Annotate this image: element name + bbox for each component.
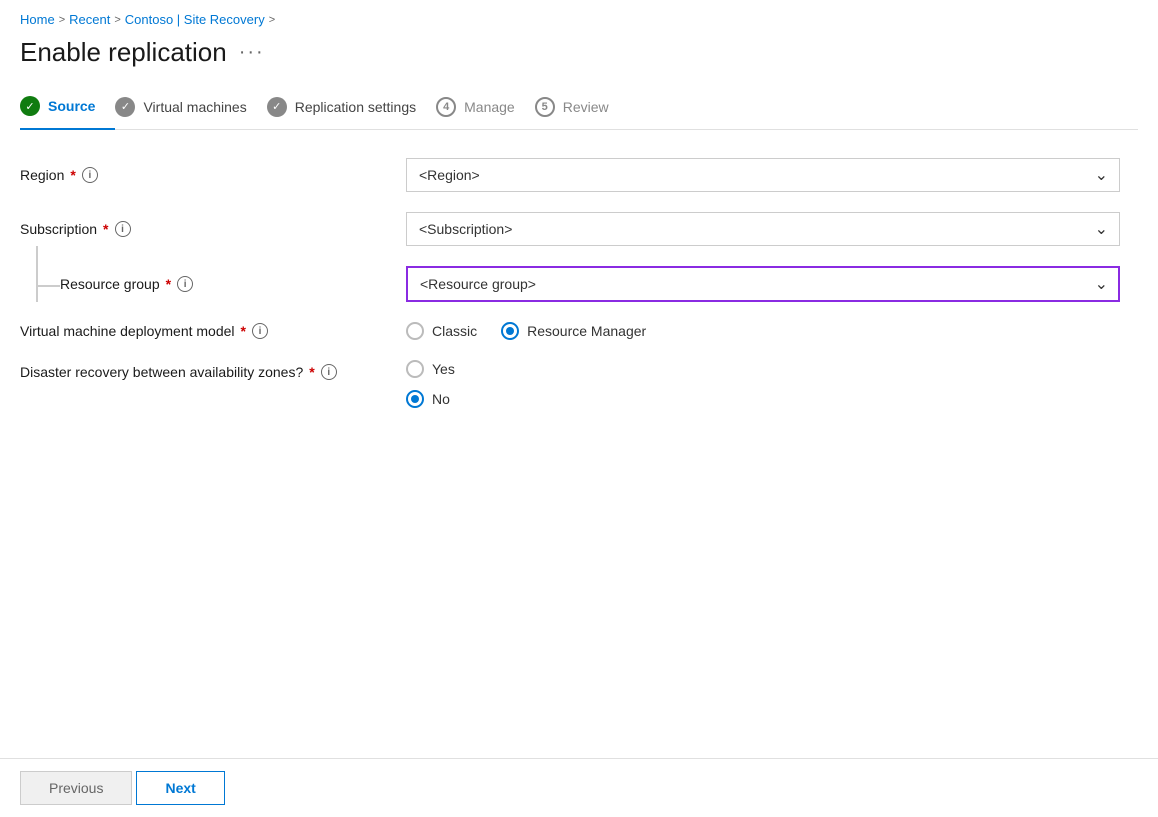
- disaster-recovery-radio-stack: Yes No: [406, 360, 1120, 408]
- breadcrumb-site-recovery[interactable]: Contoso | Site Recovery: [125, 12, 265, 27]
- breadcrumb-recent[interactable]: Recent: [69, 12, 110, 27]
- resource-group-control: <Resource group>: [406, 266, 1120, 302]
- breadcrumb-sep-3: >: [269, 14, 275, 26]
- step-vm-icon: ✓: [115, 97, 135, 117]
- disaster-recovery-no-radio[interactable]: [406, 390, 424, 408]
- disaster-recovery-yes-label: Yes: [432, 361, 455, 377]
- page-header: Enable replication ···: [0, 31, 1158, 84]
- region-dropdown-wrapper: <Region>: [406, 158, 1120, 192]
- region-info-icon[interactable]: i: [82, 167, 98, 183]
- more-options-button[interactable]: ···: [239, 41, 265, 64]
- region-required: *: [70, 167, 75, 183]
- breadcrumb-home[interactable]: Home: [20, 12, 55, 27]
- breadcrumb-sep-1: >: [59, 14, 65, 26]
- step-review-icon: 5: [535, 97, 555, 117]
- step-virtual-machines[interactable]: ✓ Virtual machines: [115, 85, 266, 129]
- disaster-recovery-no-option[interactable]: No: [406, 390, 1120, 408]
- disaster-recovery-yes-radio[interactable]: [406, 360, 424, 378]
- vm-deployment-row: Virtual machine deployment model * i Cla…: [20, 322, 1120, 340]
- subscription-info-icon[interactable]: i: [115, 221, 131, 237]
- region-control: <Region>: [406, 158, 1120, 192]
- disaster-recovery-yes-option[interactable]: Yes: [406, 360, 1120, 378]
- subscription-row: Subscription * i <Subscription>: [20, 212, 1120, 246]
- wizard-steps: ✓ Source ✓ Virtual machines ✓ Replicatio…: [20, 84, 1138, 130]
- step-replication-settings[interactable]: ✓ Replication settings: [267, 85, 436, 129]
- disaster-recovery-info-icon[interactable]: i: [321, 364, 337, 380]
- step-review-label: Review: [563, 99, 609, 115]
- subscription-dropdown-wrapper: <Subscription>: [406, 212, 1120, 246]
- vm-deployment-rm-radio[interactable]: [501, 322, 519, 340]
- step-manage-icon: 4: [436, 97, 456, 117]
- step-review[interactable]: 5 Review: [535, 85, 629, 129]
- region-label: Region * i: [20, 167, 390, 183]
- vm-deployment-control: Classic Resource Manager: [406, 322, 1120, 340]
- disaster-recovery-label: Disaster recovery between availability z…: [20, 360, 390, 380]
- main-content: ✓ Source ✓ Virtual machines ✓ Replicatio…: [0, 84, 1158, 758]
- disaster-recovery-control: Yes No: [406, 360, 1120, 408]
- region-select[interactable]: <Region>: [406, 158, 1120, 192]
- resource-group-select[interactable]: <Resource group>: [406, 266, 1120, 302]
- form-section: Region * i <Region> Subscription * i: [20, 158, 1120, 408]
- resource-group-required: *: [166, 276, 171, 292]
- bottom-nav: Previous Next: [0, 758, 1158, 817]
- vm-deployment-classic-option[interactable]: Classic: [406, 322, 477, 340]
- subscription-label: Subscription * i: [20, 221, 390, 237]
- resource-group-label: Resource group * i: [60, 276, 390, 292]
- step-vm-label: Virtual machines: [143, 99, 246, 115]
- vm-deployment-classic-label: Classic: [432, 323, 477, 339]
- subscription-select[interactable]: <Subscription>: [406, 212, 1120, 246]
- step-source-icon: ✓: [20, 96, 40, 116]
- subscription-control: <Subscription>: [406, 212, 1120, 246]
- breadcrumb: Home > Recent > Contoso | Site Recovery …: [0, 0, 1158, 31]
- vm-deployment-rm-label: Resource Manager: [527, 323, 646, 339]
- region-row: Region * i <Region>: [20, 158, 1120, 192]
- step-manage-label: Manage: [464, 99, 515, 115]
- step-manage[interactable]: 4 Manage: [436, 85, 535, 129]
- step-rep-icon: ✓: [267, 97, 287, 117]
- disaster-recovery-required: *: [309, 364, 314, 380]
- vm-deployment-radio-group: Classic Resource Manager: [406, 322, 1120, 340]
- disaster-recovery-no-label: No: [432, 391, 450, 407]
- resource-group-info-icon[interactable]: i: [177, 276, 193, 292]
- vm-deployment-required: *: [241, 323, 246, 339]
- step-source-label: Source: [48, 98, 95, 114]
- next-button[interactable]: Next: [136, 771, 224, 805]
- vm-deployment-label: Virtual machine deployment model * i: [20, 323, 390, 339]
- vm-deployment-classic-radio[interactable]: [406, 322, 424, 340]
- vm-deployment-info-icon[interactable]: i: [252, 323, 268, 339]
- breadcrumb-sep-2: >: [114, 14, 120, 26]
- previous-button[interactable]: Previous: [20, 771, 132, 805]
- step-source[interactable]: ✓ Source: [20, 84, 115, 130]
- vm-deployment-rm-option[interactable]: Resource Manager: [501, 322, 646, 340]
- subscription-required: *: [103, 221, 108, 237]
- disaster-recovery-row: Disaster recovery between availability z…: [20, 360, 1120, 408]
- page-title: Enable replication: [20, 37, 227, 68]
- resource-group-row: Resource group * i <Resource group>: [60, 266, 1120, 302]
- resource-group-dropdown-wrapper: <Resource group>: [406, 266, 1120, 302]
- step-rep-label: Replication settings: [295, 99, 416, 115]
